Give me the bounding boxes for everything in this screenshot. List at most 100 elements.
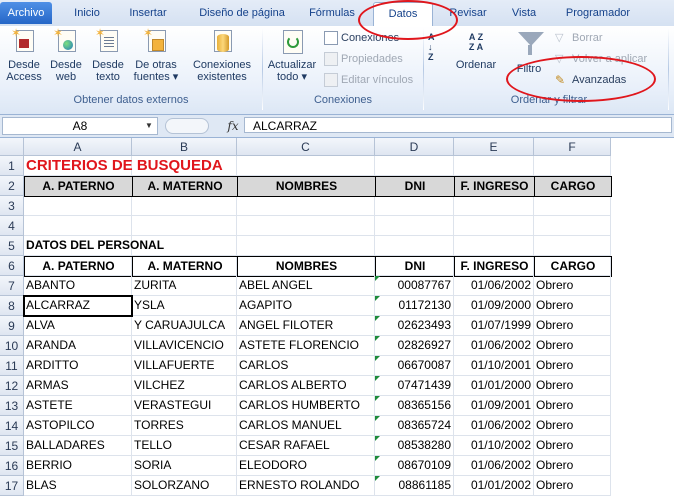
cell-fecha-ingreso[interactable]: 01/01/2000 — [454, 376, 534, 396]
cell-paterno[interactable]: BLAS — [24, 476, 132, 496]
cell-fecha-ingreso[interactable]: 01/09/2001 — [454, 396, 534, 416]
grid-cell[interactable] — [454, 196, 534, 216]
cell-cargo[interactable]: Obrero — [534, 316, 611, 336]
row-header[interactable]: 3 — [0, 196, 24, 216]
column-header[interactable]: F — [534, 138, 611, 156]
filter-button[interactable]: Filtro — [510, 28, 548, 75]
cell-dni[interactable]: 02623493 — [375, 316, 454, 336]
cell-materno[interactable]: TELLO — [132, 436, 237, 456]
cell-paterno[interactable]: BALLADARES — [24, 436, 132, 456]
grid-cell[interactable] — [534, 236, 611, 256]
existing-connections-button[interactable]: Conexiones existentes — [188, 28, 256, 83]
sort-button[interactable]: A ZZ A Ordenar — [452, 28, 500, 71]
row-header[interactable]: 5 — [0, 236, 24, 256]
name-box-dropdown-icon[interactable]: ▼ — [143, 117, 155, 134]
grid-cell[interactable] — [132, 216, 237, 236]
advanced-filter-button[interactable]: ✎ Avanzadas — [555, 71, 626, 89]
cell-materno[interactable]: VILLAFUERTE — [132, 356, 237, 376]
grid-cell[interactable] — [132, 196, 237, 216]
cell-fecha-ingreso[interactable]: 01/10/2002 — [454, 436, 534, 456]
grid-cell[interactable] — [375, 216, 454, 236]
from-web-button[interactable]: ✶ Desde web — [46, 27, 86, 83]
row-header[interactable]: 16 — [0, 456, 24, 476]
cell-dni[interactable]: 01172130 — [375, 296, 454, 316]
grid-cell[interactable] — [237, 236, 375, 256]
column-header[interactable]: E — [454, 138, 534, 156]
grid-cell[interactable] — [237, 216, 375, 236]
select-all-corner[interactable] — [0, 138, 24, 156]
cell-nombres[interactable]: ELEODORO — [237, 456, 375, 476]
cell-dni[interactable]: 08538280 — [375, 436, 454, 456]
from-access-button[interactable]: ✶ Desde Access — [2, 27, 46, 83]
cell-paterno[interactable]: BERRIO — [24, 456, 132, 476]
cell-cargo[interactable]: Obrero — [534, 436, 611, 456]
cell-nombres[interactable]: ABEL ANGEL — [237, 276, 375, 296]
criteria-header-cell[interactable]: DNI — [375, 176, 455, 197]
edit-links-button[interactable]: Editar vínculos — [324, 71, 413, 89]
cell-paterno[interactable]: ARDITTO — [24, 356, 132, 376]
cell-materno[interactable]: Y CARUAJULCA — [132, 316, 237, 336]
personal-header-cell[interactable]: A. PATERNO — [24, 256, 133, 277]
cell-nombres[interactable]: CARLOS — [237, 356, 375, 376]
personal-header-cell[interactable]: CARGO — [534, 256, 612, 277]
cell-cargo[interactable]: Obrero — [534, 336, 611, 356]
cell-fecha-ingreso[interactable]: 01/10/2001 — [454, 356, 534, 376]
cell-dni[interactable]: 08670109 — [375, 456, 454, 476]
cell-nombres[interactable]: ERNESTO ROLANDO — [237, 476, 375, 496]
cell-nombres[interactable]: ANGEL FILOTER — [237, 316, 375, 336]
cell-materno[interactable]: SORIA — [132, 456, 237, 476]
criteria-title[interactable]: CRITERIOS DE BUSQUEDA — [24, 156, 375, 176]
grid-cell[interactable] — [534, 216, 611, 236]
cell-materno[interactable]: VILCHEZ — [132, 376, 237, 396]
cell-nombres[interactable]: CESAR RAFAEL — [237, 436, 375, 456]
cell-cargo[interactable]: Obrero — [534, 296, 611, 316]
criteria-header-cell[interactable]: CARGO — [534, 176, 612, 197]
cell-paterno[interactable]: ASTETE — [24, 396, 132, 416]
column-header[interactable]: C — [237, 138, 375, 156]
grid-cell[interactable] — [454, 156, 534, 176]
criteria-header-cell[interactable]: F. INGRESO — [454, 176, 535, 197]
tab-insertar[interactable]: Insertar — [120, 3, 176, 23]
cell-materno[interactable]: VILLAVICENCIO — [132, 336, 237, 356]
cell-fecha-ingreso[interactable]: 01/01/2002 — [454, 476, 534, 496]
tab-vista[interactable]: Vista — [503, 3, 545, 23]
cell-nombres[interactable]: AGAPITO — [237, 296, 375, 316]
cell-cargo[interactable]: Obrero — [534, 416, 611, 436]
tab-inicio[interactable]: Inicio — [64, 3, 110, 23]
grid-cell[interactable] — [24, 216, 132, 236]
cell-fecha-ingreso[interactable]: 01/06/2002 — [454, 456, 534, 476]
cell-fecha-ingreso[interactable]: 01/07/1999 — [454, 316, 534, 336]
cell-nombres[interactable]: CARLOS ALBERTO — [237, 376, 375, 396]
cell-nombres[interactable]: CARLOS MANUEL — [237, 416, 375, 436]
grid-cell[interactable] — [237, 196, 375, 216]
connections-button[interactable]: Conexiones — [324, 29, 399, 47]
row-header[interactable]: 15 — [0, 436, 24, 456]
grid-cell[interactable] — [24, 196, 132, 216]
tab-formulas[interactable]: Fórmulas — [306, 3, 358, 23]
row-header[interactable]: 2 — [0, 176, 24, 196]
from-text-button[interactable]: ✶ Desde texto — [87, 27, 129, 83]
cell-nombres[interactable]: CARLOS HUMBERTO — [237, 396, 375, 416]
clear-filter-button[interactable]: ▽ Borrar — [555, 29, 603, 47]
cell-dni[interactable]: 00087767 — [375, 276, 454, 296]
grid-cell[interactable] — [534, 196, 611, 216]
row-header[interactable]: 14 — [0, 416, 24, 436]
cell-nombres[interactable]: ASTETE FLORENCIO — [237, 336, 375, 356]
tab-archivo[interactable]: Archivo — [0, 2, 52, 24]
personal-header-cell[interactable]: F. INGRESO — [454, 256, 535, 277]
other-sources-button[interactable]: ✶ De otras fuentes ▾ — [130, 27, 182, 83]
insert-function-icon[interactable]: fx — [224, 118, 242, 134]
row-header[interactable]: 7 — [0, 276, 24, 296]
row-header[interactable]: 13 — [0, 396, 24, 416]
tab-revisar[interactable]: Revisar — [440, 3, 496, 23]
tab-datos[interactable]: Datos — [373, 2, 433, 27]
row-header[interactable]: 1 — [0, 156, 24, 176]
grid-cell[interactable] — [375, 236, 454, 256]
cell-dni[interactable]: 08861185 — [375, 476, 454, 496]
cell-materno[interactable]: TORRES — [132, 416, 237, 436]
grid-cell[interactable] — [375, 196, 454, 216]
column-header[interactable]: B — [132, 138, 237, 156]
row-header[interactable]: 10 — [0, 336, 24, 356]
cell-paterno[interactable]: ABANTO — [24, 276, 132, 296]
cell-paterno[interactable]: ARANDA — [24, 336, 132, 356]
